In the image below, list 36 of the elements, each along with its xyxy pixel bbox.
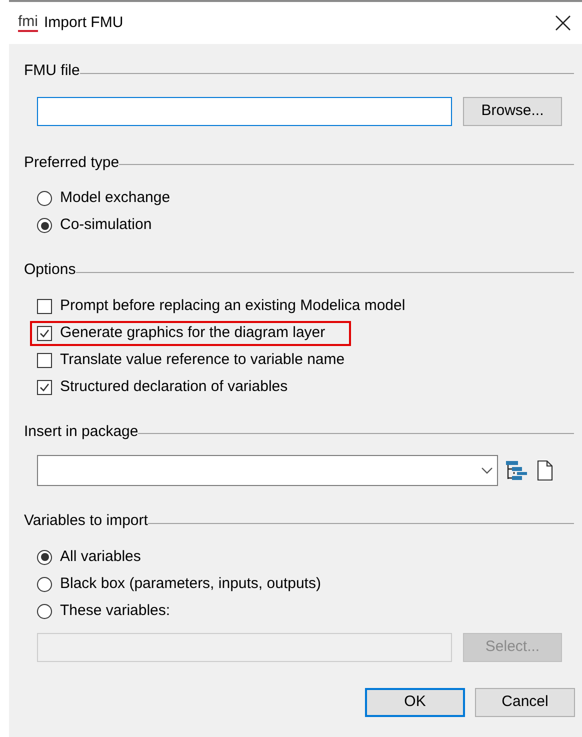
checkbox-label: Prompt before replacing an existing Modelica model <box>60 296 406 316</box>
close-icon <box>555 15 571 31</box>
checkbox[interactable] <box>37 298 52 314</box>
group-label: FMU file <box>24 61 80 81</box>
checkbox-label: Translate value reference to variable name <box>60 350 345 370</box>
checkmark-icon <box>39 382 50 392</box>
checkbox-label: Structured declaration of variables <box>60 376 288 397</box>
radio-label: Co-simulation <box>60 215 152 236</box>
group-label: Insert in package <box>24 422 138 442</box>
radio-button[interactable] <box>37 576 52 592</box>
group-label: Options <box>24 260 76 280</box>
dialog-button[interactable]: Cancel <box>475 688 575 716</box>
file-path-field[interactable] <box>37 96 452 126</box>
chevron-down-icon <box>481 466 493 474</box>
radio-label: These variables: <box>60 600 170 621</box>
group-label: Preferred type <box>24 152 120 172</box>
radio-button[interactable] <box>37 191 52 206</box>
radio-label: All variables <box>60 546 141 567</box>
group-label: Variables to import <box>24 511 148 531</box>
tree-icon[interactable] <box>504 458 528 482</box>
checkbox[interactable] <box>37 326 52 340</box>
new-file-icon[interactable] <box>537 460 553 481</box>
app-logo: fmi <box>18 14 38 32</box>
package-dropdown[interactable] <box>37 455 498 486</box>
dialog-button[interactable]: OK <box>365 688 465 716</box>
checkmark-icon <box>39 328 50 338</box>
radio-button[interactable] <box>37 550 52 564</box>
radio-button[interactable] <box>37 218 52 233</box>
radio-label: Black box (parameters, inputs, outputs) <box>60 574 321 594</box>
checkbox-label: Generate graphics for the diagram layer <box>60 322 326 343</box>
browse-button[interactable]: Browse... <box>463 96 562 126</box>
window-title: Import FMU <box>44 12 124 33</box>
radio-button[interactable] <box>37 604 52 618</box>
checkbox[interactable] <box>37 352 52 368</box>
radio-label: Model exchange <box>60 188 170 208</box>
checkbox[interactable] <box>37 380 52 394</box>
